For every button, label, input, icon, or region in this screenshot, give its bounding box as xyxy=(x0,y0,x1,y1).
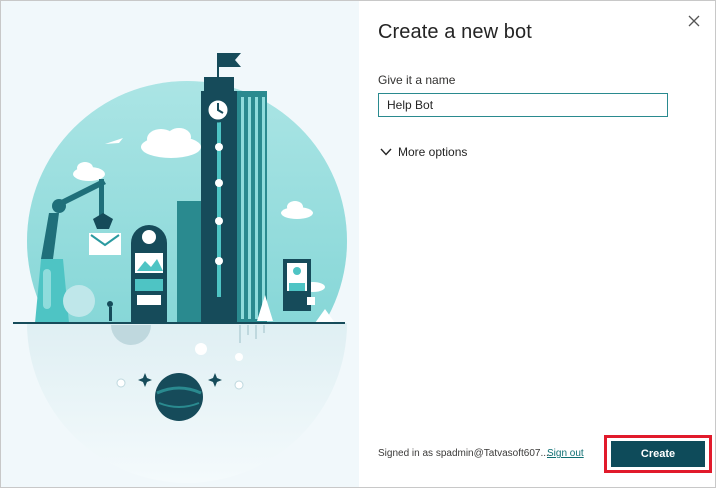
create-button-highlight: Create xyxy=(604,435,712,473)
form-panel: Create a new bot Give it a name More opt… xyxy=(359,1,715,487)
close-button[interactable] xyxy=(684,11,704,31)
signed-in-text: Signed in as spadmin@Tatvasoft607.... xyxy=(378,448,552,459)
chevron-down-icon xyxy=(380,148,392,156)
city-bot-illustration xyxy=(13,53,347,483)
name-field-label: Give it a name xyxy=(378,73,456,87)
more-options-toggle[interactable]: More options xyxy=(380,145,467,159)
bot-name-input[interactable] xyxy=(378,93,668,117)
create-button[interactable]: Create xyxy=(611,441,705,467)
sign-out-link[interactable]: Sign out xyxy=(547,448,584,459)
close-icon xyxy=(688,15,700,27)
create-bot-dialog: Create a new bot Give it a name More opt… xyxy=(0,0,716,488)
dialog-title: Create a new bot xyxy=(378,21,532,43)
more-options-label: More options xyxy=(398,145,468,159)
illustration-panel xyxy=(1,1,359,487)
